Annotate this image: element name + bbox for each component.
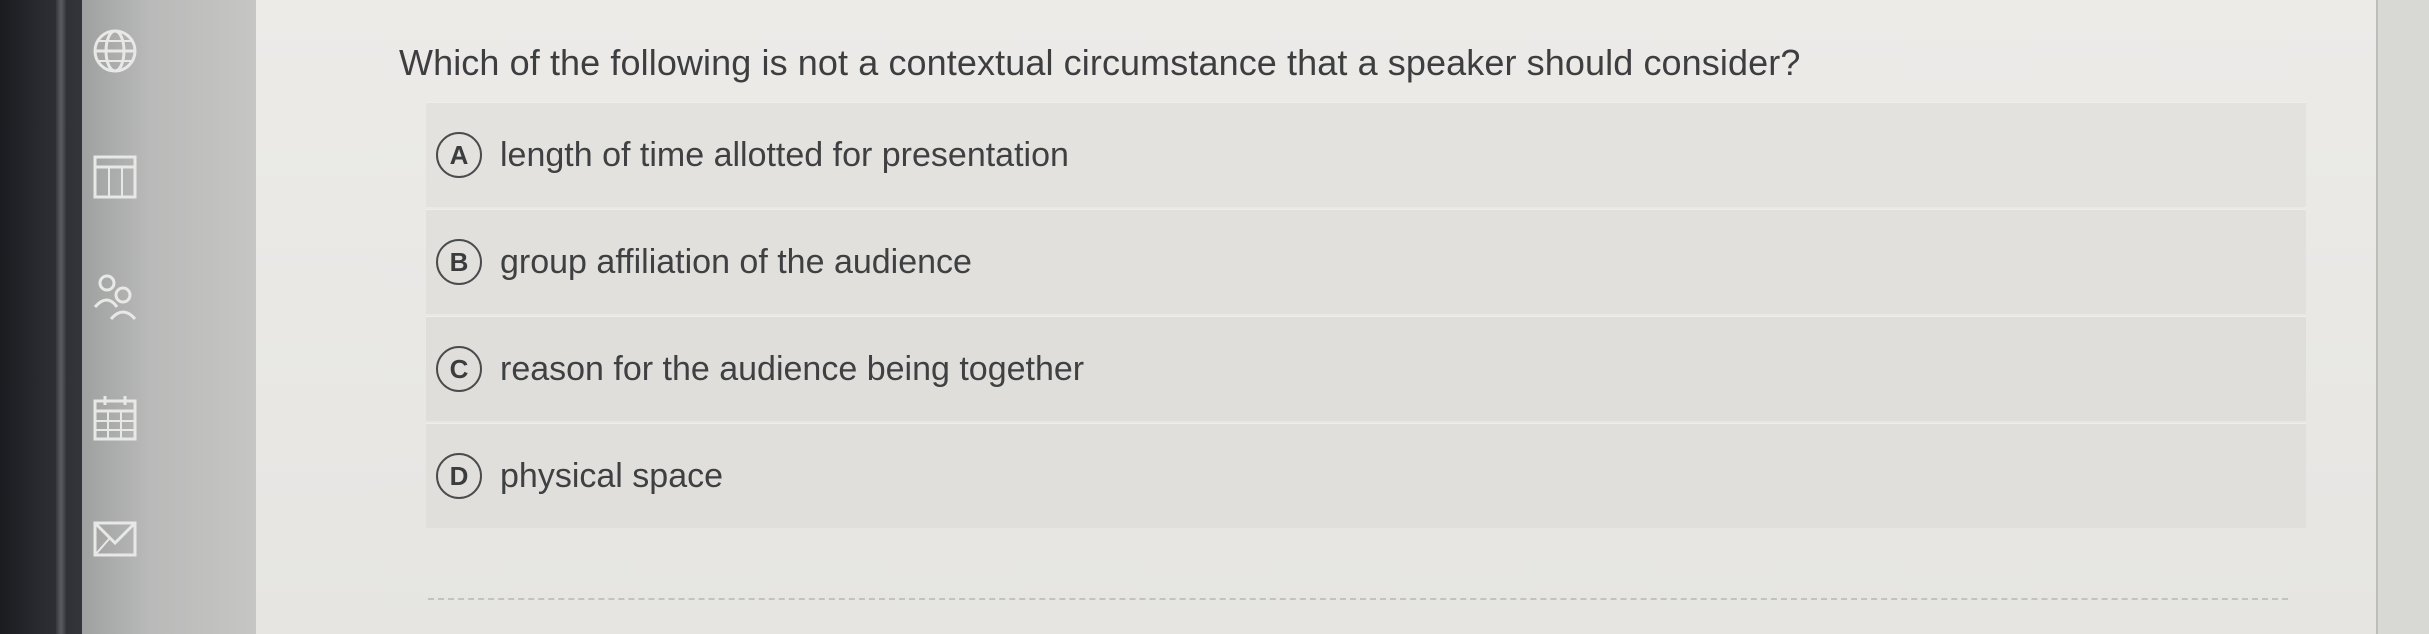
option-b[interactable]: B group affiliation of the audience (426, 209, 2306, 314)
option-letter-badge: B (436, 239, 482, 285)
app-sidebar (0, 0, 82, 634)
globe-icon[interactable] (86, 22, 144, 80)
option-label: physical space (500, 456, 724, 495)
mail-icon[interactable] (86, 510, 144, 568)
option-label: length of time allotted for presentation (500, 135, 1069, 174)
calendar-grid-icon[interactable] (86, 148, 144, 206)
option-letter-badge: A (436, 132, 482, 178)
option-letter-badge: C (436, 346, 482, 392)
calendar-icon[interactable] (86, 390, 144, 448)
sidebar-accent-bar (56, 0, 66, 634)
section-divider (428, 598, 2288, 600)
question-card: Which of the following is not a contextu… (256, 0, 2378, 634)
option-d[interactable]: D physical space (426, 423, 2306, 528)
question-text: Which of the following is not a contextu… (399, 42, 1801, 83)
option-label: reason for the audience being together (500, 349, 1085, 388)
option-letter-badge: D (436, 453, 482, 499)
option-label: group affiliation of the audience (500, 242, 972, 281)
option-c[interactable]: C reason for the audience being together (426, 316, 2306, 421)
answer-options: A length of time allotted for presentati… (426, 102, 2306, 530)
people-icon[interactable] (86, 264, 144, 322)
page-right-margin (2378, 0, 2429, 634)
option-a[interactable]: A length of time allotted for presentati… (426, 102, 2306, 207)
